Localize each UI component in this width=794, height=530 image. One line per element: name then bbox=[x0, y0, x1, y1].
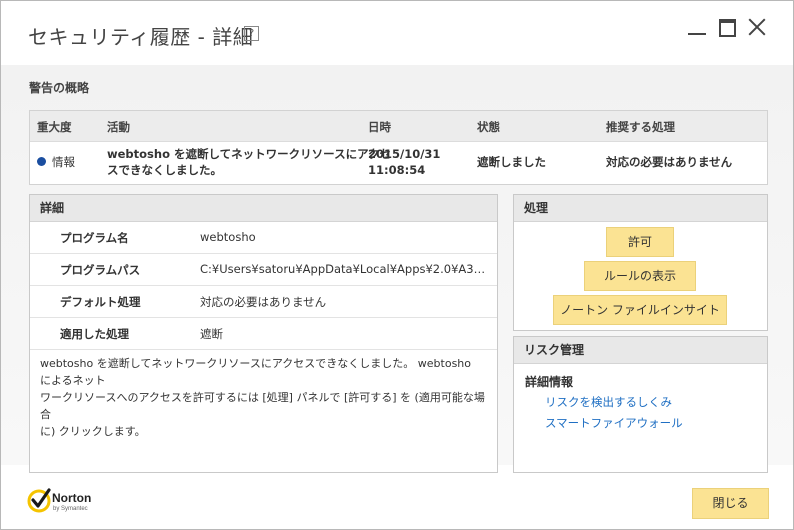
risk-panel: リスク管理 詳細情報 リスクを検出するしくみ スマートファイアウォール bbox=[513, 336, 768, 473]
norton-logo: Norton by Symantec bbox=[27, 487, 107, 517]
col-severity: 重大度 bbox=[37, 120, 72, 134]
detail-row-program-name: プログラム名 webtosho bbox=[30, 222, 497, 254]
detail-label: デフォルト処理 bbox=[60, 295, 141, 309]
table-header: 重大度 活動 日時 状態 推奨する処理 bbox=[30, 111, 767, 142]
norton-check-icon bbox=[27, 488, 51, 513]
details-panel: 詳細 プログラム名 webtosho プログラムパス C:¥Users¥sato… bbox=[29, 194, 498, 473]
description-line-1: webtosho を遮断してネットワークリソースにアクセスできなくしました。 w… bbox=[40, 357, 472, 387]
detail-row-default-action: デフォルト処理 対応の必要はありません bbox=[30, 286, 497, 318]
detail-row-program-path: プログラムパス C:¥Users¥satoru¥AppData¥Local¥Ap… bbox=[30, 254, 497, 286]
minimize-button[interactable] bbox=[687, 17, 707, 37]
detail-value: webtosho bbox=[200, 230, 256, 244]
table-row[interactable]: 情報 webtosho を遮断してネットワークリソースにアクセ スできなくしまし… bbox=[30, 142, 767, 184]
security-history-window: セキュリティ履歴 - 詳細 ? 警告の概略 重大度 活動 日時 状態 推奨する処… bbox=[0, 0, 794, 530]
actions-heading: 処理 bbox=[514, 195, 767, 222]
detail-label: プログラムパス bbox=[60, 263, 141, 277]
severity-value: 情報 bbox=[52, 155, 75, 169]
window-title: セキュリティ履歴 - 詳細 bbox=[28, 25, 254, 49]
detail-value: 遮断 bbox=[200, 327, 223, 341]
summary-label: 警告の概略 bbox=[29, 81, 90, 95]
activity-line-1: webtosho を遮断してネットワークリソースにアクセ bbox=[107, 147, 391, 161]
title-bar: セキュリティ履歴 - 詳細 ? bbox=[1, 1, 793, 65]
actions-panel: 処理 許可 ルールの表示 ノートン ファイルインサイト bbox=[513, 194, 768, 331]
risk-subheading: 詳細情報 bbox=[525, 375, 574, 389]
risk-heading: リスク管理 bbox=[514, 337, 767, 364]
help-icon[interactable]: ? bbox=[244, 26, 259, 41]
allow-button[interactable]: 許可 bbox=[606, 227, 674, 257]
close-window-button[interactable] bbox=[747, 17, 767, 37]
time-value: 11:08:54 bbox=[368, 163, 426, 177]
col-recommended: 推奨する処理 bbox=[606, 120, 675, 134]
description-line-3: に) クリックします。 bbox=[40, 425, 146, 438]
detail-label: プログラム名 bbox=[60, 231, 129, 245]
show-rules-button[interactable]: ルールの表示 bbox=[584, 261, 696, 291]
smart-firewall-link[interactable]: スマートファイアウォール bbox=[545, 415, 683, 431]
risk-detection-link[interactable]: リスクを検出するしくみ bbox=[545, 394, 672, 410]
file-insight-button[interactable]: ノートン ファイルインサイト bbox=[553, 295, 727, 325]
norton-brand: Norton bbox=[52, 491, 92, 505]
maximize-button[interactable] bbox=[718, 17, 738, 37]
recommended-value: 対応の必要はありません bbox=[606, 155, 733, 169]
details-heading: 詳細 bbox=[30, 195, 497, 222]
detail-label: 適用した処理 bbox=[60, 327, 129, 341]
col-status: 状態 bbox=[477, 120, 500, 134]
detail-value: C:¥Users¥satoru¥AppData¥Local¥Apps¥2.0¥A… bbox=[200, 262, 490, 276]
alert-summary-table: 重大度 活動 日時 状態 推奨する処理 情報 webtosho を遮断してネット… bbox=[29, 110, 768, 185]
col-datetime: 日時 bbox=[368, 120, 391, 134]
severity-dot-icon bbox=[37, 157, 46, 166]
detail-value: 対応の必要はありません bbox=[200, 295, 327, 309]
close-button[interactable]: 閉じる bbox=[692, 488, 769, 519]
status-value: 遮断しました bbox=[477, 155, 546, 169]
col-activity: 活動 bbox=[107, 120, 130, 134]
description-line-2: ワークリソースへのアクセスを許可するには [処理] パネルで [許可する] を … bbox=[40, 391, 485, 421]
norton-brand-sub: by Symantec bbox=[53, 506, 88, 512]
date-value: 2015/10/31 bbox=[368, 147, 441, 161]
activity-line-2: スできなくしました。 bbox=[107, 163, 222, 177]
detail-description: webtosho を遮断してネットワークリソースにアクセスできなくしました。 w… bbox=[40, 355, 485, 440]
detail-row-applied-action: 適用した処理 遮断 bbox=[30, 318, 497, 350]
